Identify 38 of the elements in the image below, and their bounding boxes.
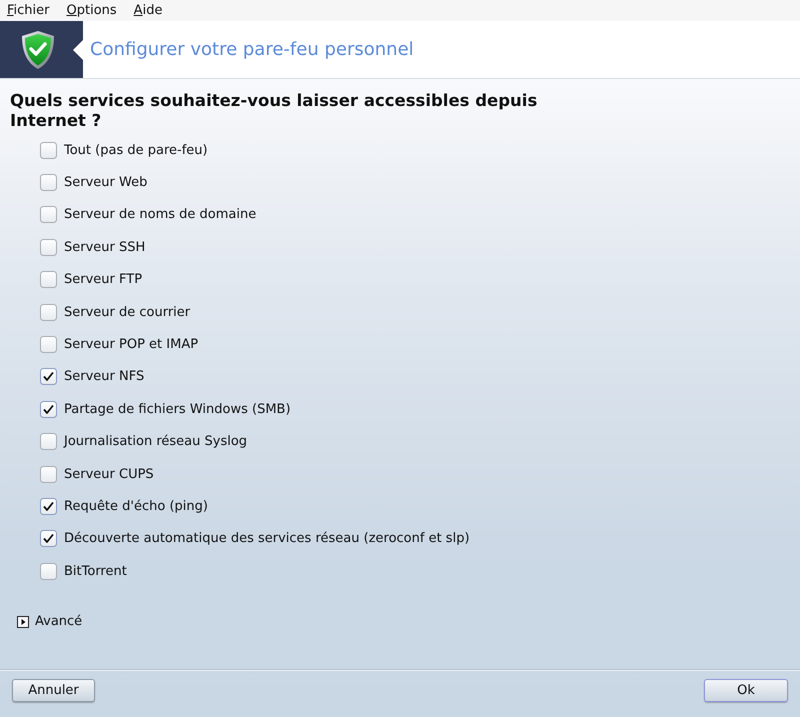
- service-checkbox[interactable]: Journalisation réseau Syslog: [40, 426, 248, 458]
- checkbox-icon[interactable]: [40, 271, 57, 288]
- menu-item[interactable]: Aide: [134, 2, 162, 18]
- ok-button[interactable]: Ok: [704, 679, 788, 702]
- service-checkbox[interactable]: Serveur FTP: [40, 264, 142, 296]
- service-checkbox[interactable]: Découverte automatique des services réseau (zeroconf et slp): [40, 522, 470, 556]
- checkbox-icon[interactable]: [40, 466, 57, 483]
- service-checkbox[interactable]: Tout (pas de pare-feu): [40, 134, 208, 166]
- checkbox-icon[interactable]: [40, 238, 57, 256]
- question-heading: Quels services souhaitez-vous laisser accessibles depuis Internet ?: [10, 91, 538, 131]
- service-checkbox[interactable]: Serveur NFS: [40, 360, 144, 394]
- menu-item[interactable]: Options: [66, 2, 117, 18]
- shield-check-icon: [20, 30, 56, 70]
- checkbox-icon[interactable]: [40, 304, 57, 321]
- checkbox-icon[interactable]: [40, 206, 57, 224]
- service-checkbox[interactable]: Requête d'écho (ping): [40, 490, 208, 523]
- cancel-button[interactable]: Annuler: [12, 679, 95, 702]
- checkbox-icon[interactable]: [40, 368, 57, 386]
- checkbox-icon[interactable]: [40, 562, 57, 580]
- pointer-notch-drawing: [73, 40, 83, 60]
- menu-item[interactable]: Fichier: [7, 2, 50, 18]
- checkbox-icon[interactable]: [40, 142, 57, 159]
- service-checkbox[interactable]: Serveur POP et IMAP: [40, 328, 198, 361]
- checkbox-icon[interactable]: [40, 530, 57, 548]
- page-title: Configurer votre pare-feu personnel: [90, 39, 414, 60]
- service-checkbox[interactable]: Serveur de courrier: [40, 296, 190, 328]
- checkbox-icon[interactable]: [40, 400, 57, 418]
- service-checkbox[interactable]: Partage de fichiers Windows (SMB): [40, 393, 291, 426]
- checkbox-icon[interactable]: [40, 498, 57, 515]
- checkbox-icon[interactable]: [40, 433, 57, 450]
- service-checkbox[interactable]: Serveur Web: [40, 166, 148, 199]
- service-checkbox[interactable]: Serveur de noms de domaine: [40, 198, 256, 232]
- service-checkbox[interactable]: Serveur SSH: [40, 231, 146, 264]
- service-checkbox[interactable]: BitTorrent: [40, 555, 127, 588]
- service-checkbox[interactable]: Serveur CUPS: [40, 458, 154, 490]
- checkbox-icon[interactable]: [40, 336, 57, 354]
- checkbox-icon[interactable]: [40, 174, 57, 192]
- advanced-expander[interactable]: Avancé: [17, 614, 82, 630]
